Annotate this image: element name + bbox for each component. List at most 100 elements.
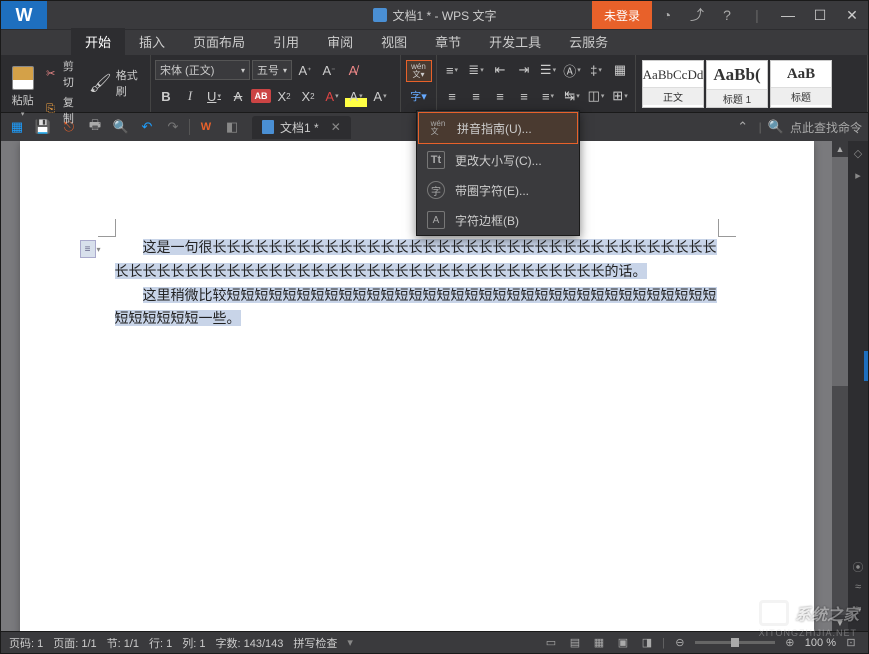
char-shading-button[interactable]: AB xyxy=(251,89,271,103)
asian-layout-button[interactable]: Ⓐ xyxy=(561,59,583,81)
close-button[interactable]: ✕ xyxy=(836,1,868,29)
grow-font-button[interactable]: A⁺ xyxy=(294,59,316,81)
shrink-font-button[interactable]: A⁻ xyxy=(318,59,340,81)
font-size-select[interactable]: 五号▾ xyxy=(252,60,292,80)
ribbon-toggle-icon[interactable]: ⌃ xyxy=(733,117,753,137)
bold-button[interactable]: B xyxy=(155,85,177,107)
watermark: 系统之家 xyxy=(759,600,859,626)
view-print-layout-icon[interactable]: ▭ xyxy=(542,635,560,651)
italic-button[interactable]: I xyxy=(179,85,201,107)
strike-button[interactable]: A xyxy=(227,85,249,107)
scroll-up-icon[interactable]: ▲ xyxy=(832,141,848,157)
cut-button[interactable]: ✂剪切 xyxy=(44,57,85,91)
sidebar-nav-icon[interactable]: ▸ xyxy=(851,169,865,183)
sidebar-up-icon[interactable]: ≈ xyxy=(851,581,865,595)
line-spacing-button[interactable]: ‡ xyxy=(585,59,607,81)
decrease-indent-button[interactable]: ⇤ xyxy=(489,59,511,81)
document-text[interactable]: 这是一句很长长长长长长长长长长长长长长长长长长长长长长长长长长长长长长长长长长长… xyxy=(115,236,719,331)
sidebar-close-icon[interactable]: ◇ xyxy=(851,147,865,161)
font-color-button[interactable]: A xyxy=(321,85,343,107)
maximize-button[interactable]: ☐ xyxy=(804,1,836,29)
borders-button[interactable]: ▦ xyxy=(609,59,631,81)
skin-icon[interactable]: ◔ xyxy=(652,1,682,29)
status-section[interactable]: 节: 1/1 xyxy=(107,635,139,651)
tab-chapter[interactable]: 章节 xyxy=(421,28,475,55)
document-tab[interactable]: 文档1 * ✕ xyxy=(252,116,351,139)
phonetic-guide-button[interactable]: wén文▾ xyxy=(406,60,432,82)
tab-home[interactable]: 开始 xyxy=(71,28,125,55)
title-center: 文档1 * - WPS 文字 xyxy=(372,7,496,24)
tab-layout[interactable]: 页面布局 xyxy=(179,28,259,55)
dropdown-item-phonetic-guide[interactable]: wén文 拼音指南(U)... xyxy=(418,112,578,144)
shading-button[interactable]: ◫ xyxy=(585,85,607,107)
doc-tab-icon xyxy=(262,120,274,134)
paste-button[interactable]: 粘贴▾ xyxy=(5,57,40,127)
underline-button[interactable]: U xyxy=(203,85,225,107)
increase-indent-button[interactable]: ⇥ xyxy=(513,59,535,81)
sidebar-accent[interactable] xyxy=(864,351,868,381)
superscript-button[interactable]: X2 xyxy=(273,85,295,107)
vertical-scrollbar[interactable]: ▲ ▼ xyxy=(832,141,848,631)
login-button[interactable]: 未登录 xyxy=(592,1,652,29)
status-line[interactable]: 行: 1 xyxy=(149,635,172,651)
style-heading2[interactable]: AaB 标题 xyxy=(770,60,832,108)
view-fullwidth-icon[interactable]: ◨ xyxy=(638,635,656,651)
status-page[interactable]: 页面: 1/1 xyxy=(53,635,96,651)
status-chars[interactable]: 字数: 143/143 xyxy=(216,635,284,651)
distribute-button[interactable]: ≡ xyxy=(537,85,559,107)
clear-format-button[interactable]: A̸ xyxy=(342,59,364,81)
close-tab-icon[interactable]: ✕ xyxy=(331,120,341,134)
status-page-code[interactable]: 页码: 1 xyxy=(9,635,43,651)
brush-icon: 🖌 xyxy=(89,73,112,94)
format-painter-button[interactable]: 🖌格式刷 xyxy=(87,66,146,100)
zoom-value[interactable]: 100 % xyxy=(805,637,836,649)
numbering-button[interactable]: ≣ xyxy=(465,59,487,81)
zoom-out-button[interactable]: ⊖ xyxy=(671,635,689,651)
text-direction-button[interactable]: ☰ xyxy=(537,59,559,81)
share-icon[interactable]: ⤴ xyxy=(682,1,712,29)
style-normal[interactable]: AaBbCcDd 正文 xyxy=(642,60,704,108)
copy-button[interactable]: ⎘复制 xyxy=(44,93,85,127)
dropdown-item-enclosed-char[interactable]: 字 带圈字符(E)... xyxy=(417,175,579,205)
qat-redo-icon[interactable]: ↷ xyxy=(163,117,183,137)
app-logo-icon[interactable]: W xyxy=(1,1,47,29)
char-scale-button[interactable]: A xyxy=(369,85,391,107)
text-effects-button[interactable]: 字▾ xyxy=(406,85,432,107)
dropdown-item-char-border[interactable]: A 字符边框(B) xyxy=(417,205,579,235)
tab-insert[interactable]: 插入 xyxy=(125,28,179,55)
align-center-button[interactable]: ≡ xyxy=(465,85,487,107)
minimize-button[interactable]: — xyxy=(772,1,804,29)
bullets-button[interactable]: ≡ xyxy=(441,59,463,81)
phonetic-guide-icon: wén文 xyxy=(429,119,447,137)
zoom-slider[interactable] xyxy=(695,641,775,644)
tab-view[interactable]: 视图 xyxy=(367,28,421,55)
status-col[interactable]: 列: 1 xyxy=(182,635,205,651)
justify-button[interactable]: ≡ xyxy=(513,85,535,107)
subscript-button[interactable]: X2 xyxy=(297,85,319,107)
view-web-icon[interactable]: ▦ xyxy=(590,635,608,651)
sidebar-prev-icon[interactable]: ⦿ xyxy=(851,559,865,573)
para-options-button[interactable]: ≡ xyxy=(80,240,96,258)
group-clipboard: 粘贴▾ ✂剪切 ⎘复制 🖌格式刷 xyxy=(1,55,151,112)
view-read-icon[interactable]: ▣ xyxy=(614,635,632,651)
para-border-button[interactable]: ⊞ xyxy=(609,85,631,107)
align-left-button[interactable]: ≡ xyxy=(441,85,463,107)
font-name-select[interactable]: 宋体 (正文)▾ xyxy=(155,60,250,80)
search-hint[interactable]: 点此查找命令 xyxy=(790,119,862,136)
para-options-dropdown-icon[interactable]: ▾ xyxy=(97,245,101,254)
align-right-button[interactable]: ≡ xyxy=(489,85,511,107)
style-heading1[interactable]: AaBb( 标题 1 xyxy=(706,60,768,108)
qat-wps-icon[interactable]: W xyxy=(196,117,216,137)
qat-cloud-icon[interactable]: ◧ xyxy=(222,117,242,137)
tab-references[interactable]: 引用 xyxy=(259,28,313,55)
scroll-thumb[interactable] xyxy=(832,157,848,386)
status-spellcheck[interactable]: 拼写检查 xyxy=(293,635,337,651)
tab-cloud[interactable]: 云服务 xyxy=(555,28,622,55)
tab-review[interactable]: 审阅 xyxy=(313,28,367,55)
highlight-button[interactable]: A xyxy=(345,85,367,107)
view-outline-icon[interactable]: ▤ xyxy=(566,635,584,651)
help-icon[interactable]: ? xyxy=(712,1,742,29)
dropdown-item-change-case[interactable]: Tt 更改大小写(C)... xyxy=(417,145,579,175)
tab-devtools[interactable]: 开发工具 xyxy=(475,28,555,55)
tabs-button[interactable]: ↹ xyxy=(561,85,583,107)
